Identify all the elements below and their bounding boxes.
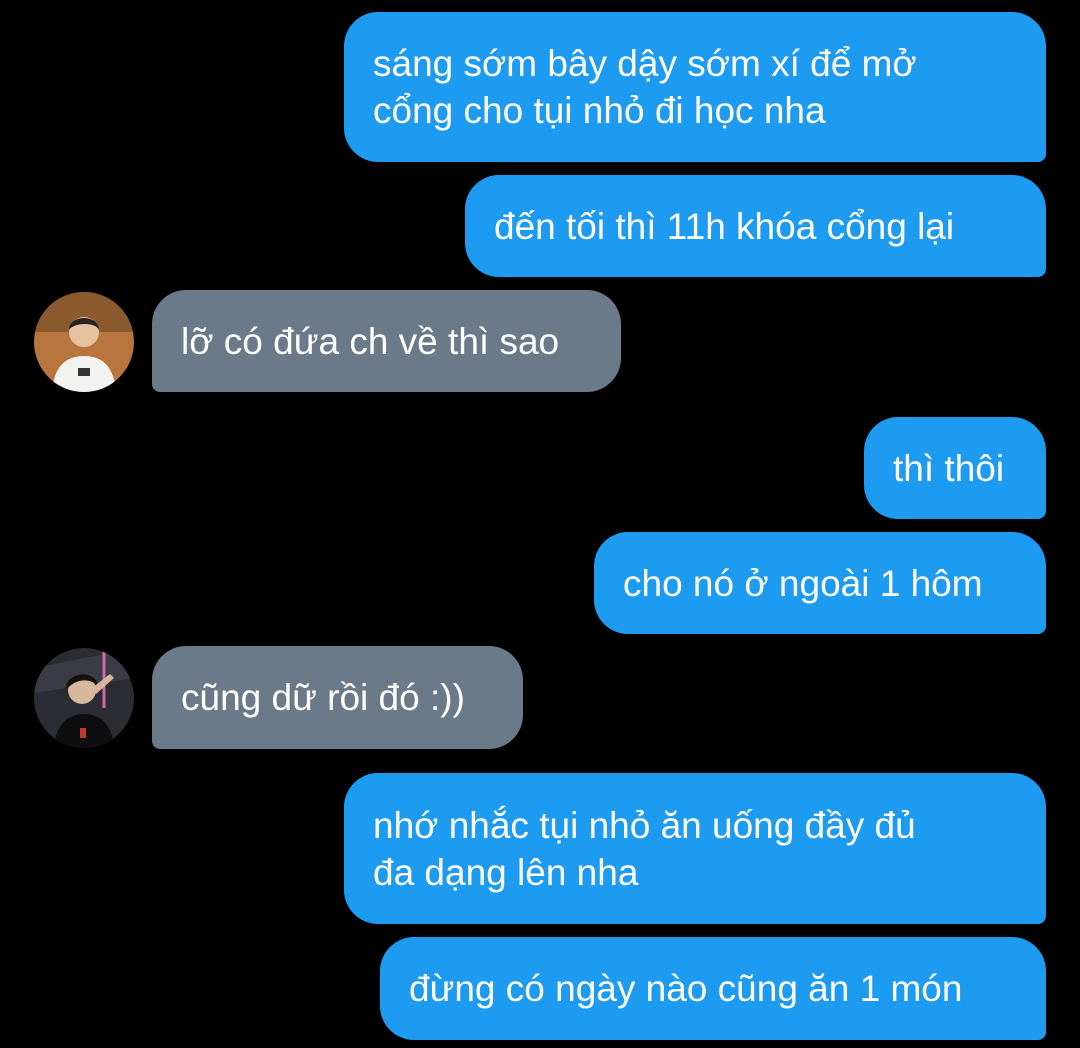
message-bubble-sent[interactable]: sáng sớm bây dậy sớm xí để mở cổng cho t… — [344, 12, 1046, 162]
avatar-photo-1 — [34, 292, 134, 392]
message-text: nhớ nhắc tụi nhỏ ăn uống đầy đủ đa dạng … — [373, 804, 916, 893]
avatar[interactable] — [34, 292, 134, 392]
message-bubble-sent[interactable]: đừng có ngày nào cũng ăn 1 món — [380, 937, 1046, 1040]
message-text: lỡ có đứa ch về thì sao — [181, 320, 560, 362]
message-bubble-received[interactable]: lỡ có đứa ch về thì sao — [152, 290, 621, 392]
message-bubble-sent[interactable]: cho nó ở ngoài 1 hôm — [594, 532, 1046, 634]
message-text: đến tối thì 11h khóa cổng lại — [494, 205, 955, 247]
message-text: thì thôi — [893, 447, 1005, 489]
avatar-photo-2 — [34, 648, 134, 748]
message-text: cũng dữ rồi đó :)) — [181, 677, 465, 718]
message-bubble-received[interactable]: cũng dữ rồi đó :)) — [152, 646, 523, 749]
message-bubble-sent[interactable]: đến tối thì 11h khóa cổng lại — [465, 175, 1046, 277]
message-text: cho nó ở ngoài 1 hôm — [623, 562, 983, 604]
message-text: đừng có ngày nào cũng ăn 1 món — [409, 968, 963, 1009]
message-bubble-sent[interactable]: thì thôi — [864, 417, 1046, 519]
message-bubble-sent[interactable]: nhớ nhắc tụi nhỏ ăn uống đầy đủ đa dạng … — [344, 773, 1046, 924]
avatar[interactable] — [34, 648, 134, 748]
message-text: sáng sớm bây dậy sớm xí để mở cổng cho t… — [373, 43, 917, 131]
